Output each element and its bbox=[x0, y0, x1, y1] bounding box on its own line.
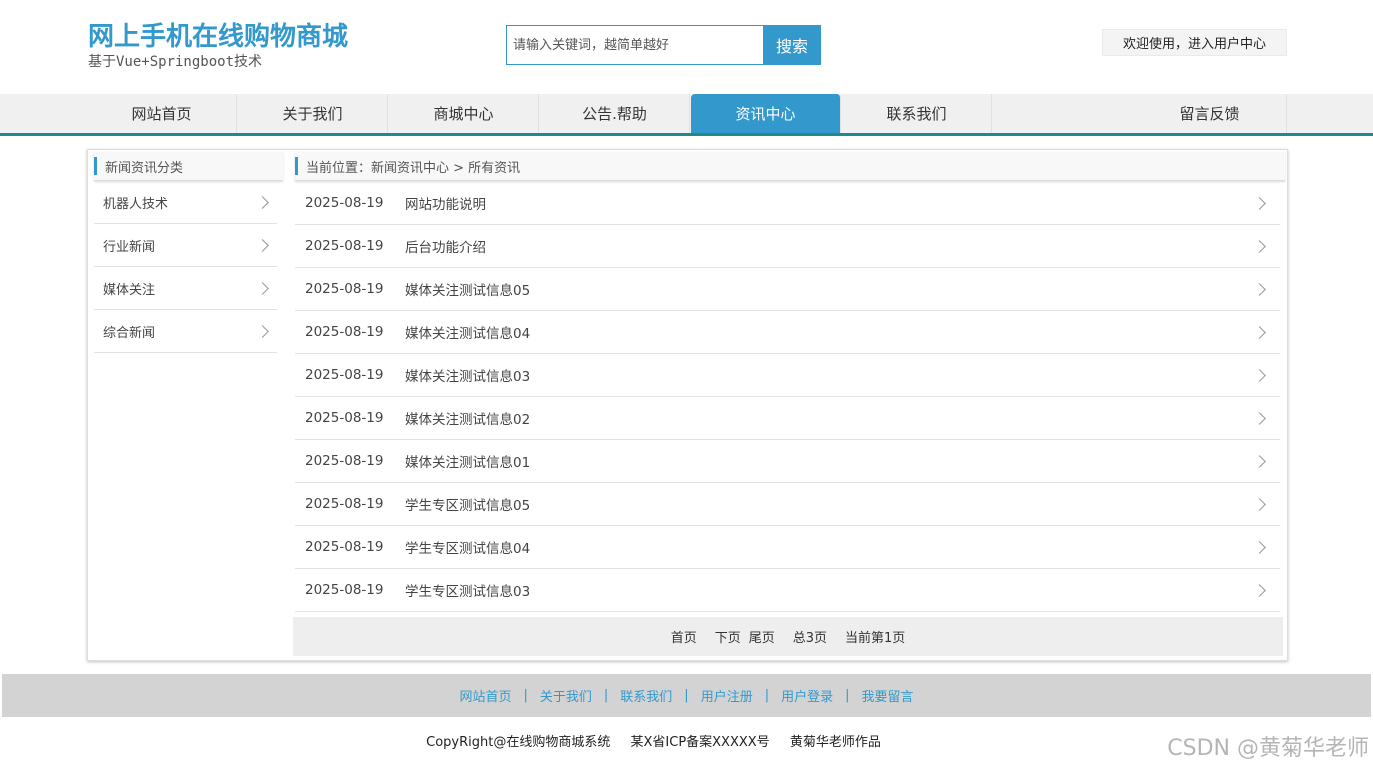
footer-separator: | bbox=[764, 688, 770, 703]
heading-accent-bar bbox=[295, 157, 298, 175]
sidebar-item-general-news[interactable]: 综合新闻 bbox=[94, 310, 277, 353]
main-nav: 网站首页 关于我们 商城中心 公告.帮助 资讯中心 联系我们 留言反馈 bbox=[0, 94, 1373, 136]
pager-total: 总3页 bbox=[792, 631, 828, 646]
news-title[interactable]: 媒体关注测试信息01 bbox=[405, 451, 1280, 471]
footer-link-login[interactable]: 用户登录 bbox=[781, 686, 833, 705]
news-title[interactable]: 媒体关注测试信息02 bbox=[405, 408, 1280, 428]
breadcrumb: 当前位置：新闻资讯中心 > 所有资讯 bbox=[295, 152, 1285, 181]
sidebar-list: 机器人技术 行业新闻 媒体关注 综合新闻 bbox=[94, 181, 277, 353]
news-date: 2025-08-19 bbox=[305, 539, 384, 555]
site-title: 网上手机在线购物商城 bbox=[88, 22, 349, 52]
news-row[interactable]: 2025-08-19 媒体关注测试信息01 bbox=[295, 440, 1280, 483]
footer-links: 网站首页 | 关于我们 | 联系我们 | 用户注册 | 用户登录 | 我要留言 bbox=[2, 674, 1371, 717]
user-center-link[interactable]: 欢迎使用，进入用户中心 bbox=[1102, 29, 1287, 56]
news-row[interactable]: 2025-08-19 后台功能介绍 bbox=[295, 225, 1280, 268]
news-row[interactable]: 2025-08-19 媒体关注测试信息05 bbox=[295, 268, 1280, 311]
news-row[interactable]: 2025-08-19 学生专区测试信息05 bbox=[295, 483, 1280, 526]
nav-item-about[interactable]: 关于我们 bbox=[238, 94, 388, 133]
footer-link-message[interactable]: 我要留言 bbox=[862, 686, 914, 705]
footer-separator: | bbox=[603, 688, 609, 703]
sidebar-item-media[interactable]: 媒体关注 bbox=[94, 267, 277, 310]
nav-item-news[interactable]: 资讯中心 bbox=[691, 94, 841, 133]
footer-separator: | bbox=[684, 688, 689, 703]
search-button[interactable]: 搜索 bbox=[763, 25, 821, 65]
news-date: 2025-08-19 bbox=[305, 453, 384, 469]
news-title[interactable]: 媒体关注测试信息05 bbox=[405, 279, 1280, 299]
news-date: 2025-08-19 bbox=[305, 496, 384, 512]
nav-item-contact[interactable]: 联系我们 bbox=[842, 94, 992, 133]
news-date: 2025-08-19 bbox=[305, 238, 384, 254]
footer-link-about[interactable]: 关于我们 bbox=[540, 686, 592, 705]
pager-current: 当前第1页 bbox=[845, 631, 906, 646]
news-date: 2025-08-19 bbox=[305, 281, 384, 297]
chevron-right-icon bbox=[256, 324, 269, 338]
sidebar-heading-text: 新闻资讯分类 bbox=[105, 160, 184, 176]
news-title[interactable]: 媒体关注测试信息04 bbox=[405, 322, 1280, 342]
nav-item-notice[interactable]: 公告.帮助 bbox=[540, 94, 690, 133]
footer-link-contact[interactable]: 联系我们 bbox=[620, 686, 672, 705]
footer-link-register[interactable]: 用户注册 bbox=[701, 686, 753, 705]
news-date: 2025-08-19 bbox=[305, 410, 384, 426]
news-date: 2025-08-19 bbox=[305, 367, 384, 383]
sidebar-item-industry-news[interactable]: 行业新闻 bbox=[94, 224, 277, 267]
site-subtitle: 基于Vue+Springboot技术 bbox=[88, 54, 263, 70]
sidebar-item-robotics[interactable]: 机器人技术 bbox=[94, 181, 277, 224]
news-title[interactable]: 学生专区测试信息03 bbox=[405, 580, 1280, 600]
sidebar-item-label: 机器人技术 bbox=[103, 196, 169, 212]
news-title[interactable]: 学生专区测试信息04 bbox=[405, 537, 1280, 557]
footer-separator: | bbox=[523, 688, 528, 703]
news-row[interactable]: 2025-08-19 媒体关注测试信息04 bbox=[295, 311, 1280, 354]
news-row[interactable]: 2025-08-19 网站功能说明 bbox=[295, 182, 1280, 225]
footer-link-home[interactable]: 网站首页 bbox=[459, 686, 511, 705]
news-date: 2025-08-19 bbox=[305, 324, 384, 340]
news-date: 2025-08-19 bbox=[305, 195, 384, 211]
breadcrumb-text: 当前位置：新闻资讯中心 > 所有资讯 bbox=[306, 160, 521, 176]
sidebar-item-label: 行业新闻 bbox=[103, 239, 156, 255]
chevron-right-icon bbox=[256, 281, 269, 295]
news-title[interactable]: 网站功能说明 bbox=[405, 193, 1280, 213]
news-row[interactable]: 2025-08-19 学生专区测试信息03 bbox=[295, 569, 1280, 612]
watermark: CSDN @黄菊华老师 bbox=[1167, 736, 1369, 761]
footer-separator: | bbox=[845, 688, 850, 703]
search-box: 搜索 bbox=[506, 25, 821, 65]
chevron-right-icon bbox=[256, 195, 269, 209]
search-input[interactable] bbox=[506, 25, 763, 65]
heading-accent-bar bbox=[94, 157, 97, 175]
news-row[interactable]: 2025-08-19 学生专区测试信息04 bbox=[295, 526, 1280, 569]
nav-item-shop[interactable]: 商城中心 bbox=[389, 94, 539, 133]
sidebar-heading: 新闻资讯分类 bbox=[94, 152, 283, 181]
chevron-right-icon bbox=[256, 238, 269, 252]
nav-item-feedback[interactable]: 留言反馈 bbox=[993, 94, 1287, 133]
pager-first[interactable]: 首页 bbox=[671, 627, 697, 646]
copyright-text: CopyRight@在线购物商城系统 bbox=[426, 735, 611, 750]
news-date: 2025-08-19 bbox=[305, 582, 384, 598]
news-title[interactable]: 学生专区测试信息05 bbox=[405, 494, 1280, 514]
sidebar-item-label: 媒体关注 bbox=[103, 282, 156, 298]
pagination: 首页 下页 尾页 总3页 当前第1页 bbox=[293, 617, 1283, 656]
pager-last[interactable]: 尾页 bbox=[749, 627, 775, 646]
news-row[interactable]: 2025-08-19 媒体关注测试信息02 bbox=[295, 397, 1280, 440]
nav-item-home[interactable]: 网站首页 bbox=[87, 94, 237, 133]
news-title[interactable]: 后台功能介绍 bbox=[405, 236, 1280, 256]
news-title[interactable]: 媒体关注测试信息03 bbox=[405, 365, 1280, 385]
pager-next[interactable]: 下页 bbox=[715, 627, 741, 646]
icp-text: 某X省ICP备案XXXXX号 bbox=[630, 735, 770, 750]
sidebar-item-label: 综合新闻 bbox=[103, 325, 156, 341]
news-row[interactable]: 2025-08-19 媒体关注测试信息03 bbox=[295, 354, 1280, 397]
author-text: 黄菊华老师作品 bbox=[789, 735, 881, 750]
news-list: 2025-08-19 网站功能说明 2025-08-19 后台功能介绍 2025… bbox=[295, 182, 1280, 612]
